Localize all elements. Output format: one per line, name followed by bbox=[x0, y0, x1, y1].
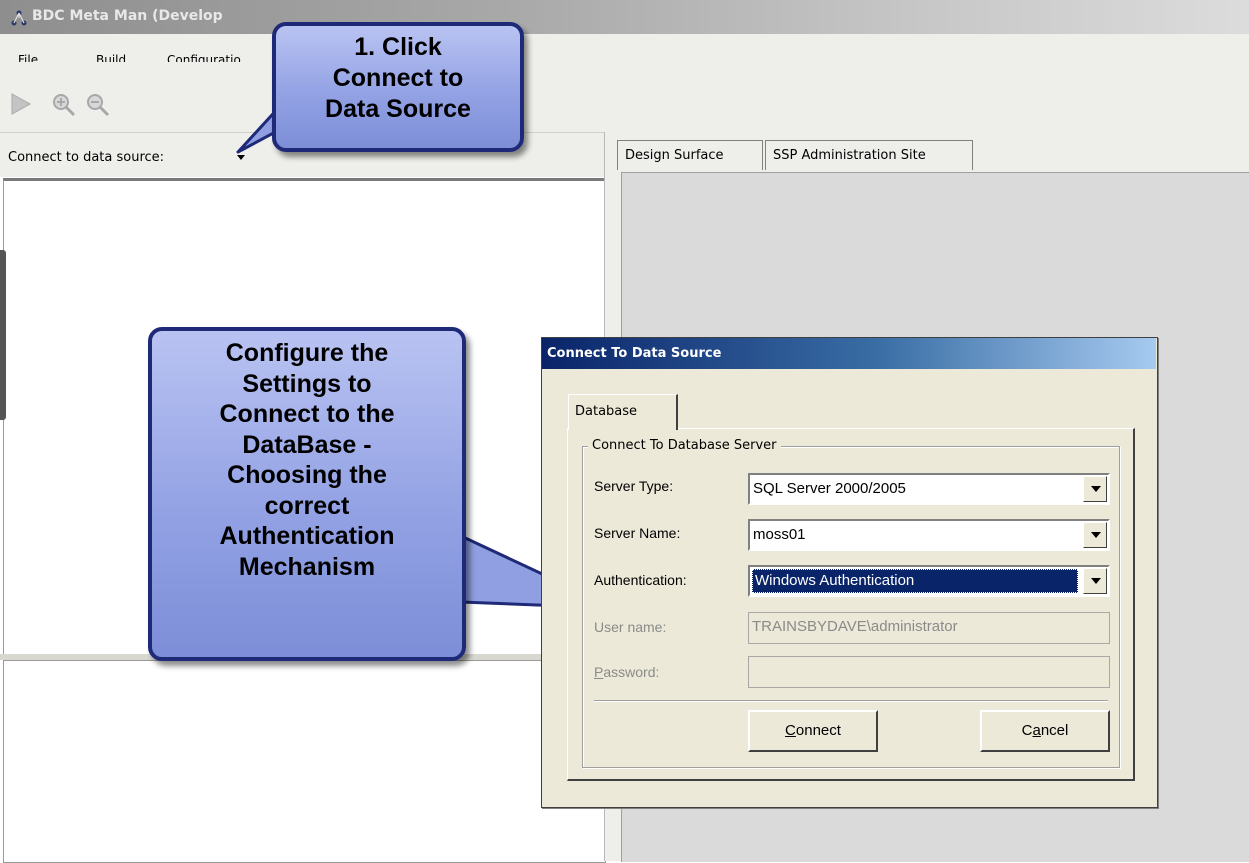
properties-pane[interactable] bbox=[3, 660, 606, 863]
zoom-in-icon[interactable] bbox=[51, 92, 77, 118]
chevron-down-icon bbox=[1091, 532, 1101, 538]
callout-configure-line: Connect to the bbox=[219, 400, 395, 428]
connect-button[interactable]: Connect bbox=[748, 710, 878, 752]
dialog-title-bar[interactable]: Connect To Data Source bbox=[542, 338, 1156, 369]
play-icon[interactable] bbox=[10, 92, 32, 116]
cancel-button[interactable]: Cancel bbox=[980, 710, 1110, 752]
dialog-separator bbox=[594, 700, 1108, 702]
callout-configure-line: Choosing the bbox=[227, 461, 387, 489]
callout-step1-line: 1. Click bbox=[354, 33, 442, 61]
callout-configure-line: Configure the bbox=[225, 339, 389, 367]
tab-ssp-admin[interactable]: SSP Administration Site bbox=[765, 140, 973, 170]
tab-design-surface[interactable]: Design Surface bbox=[617, 140, 763, 170]
window-title: BDC Meta Man (Develop bbox=[32, 8, 223, 24]
authentication-value: Windows Authentication bbox=[752, 569, 1078, 593]
dialog-title: Connect To Data Source bbox=[547, 346, 722, 361]
chevron-down-icon bbox=[1091, 578, 1101, 584]
server-type-label: Server Type: bbox=[594, 478, 674, 494]
title-bar: BDC Meta Man (Develop bbox=[0, 0, 1249, 34]
connect-label: Connect to data source: bbox=[8, 150, 165, 165]
server-type-value: SQL Server 2000/2005 bbox=[753, 480, 906, 497]
password-label: Password: bbox=[594, 664, 660, 680]
callout-step1: 1. Click Connect to Data Source bbox=[272, 22, 524, 152]
scroll-edge bbox=[0, 250, 6, 420]
callout-configure: Configure the Settings to Connect to the… bbox=[148, 327, 466, 661]
server-name-combo[interactable]: moss01 bbox=[748, 519, 1110, 551]
chevron-down-icon bbox=[1091, 486, 1101, 492]
callout-configure-line: correct bbox=[264, 491, 350, 520]
authentication-dropdown-button[interactable] bbox=[1083, 568, 1107, 594]
groupbox-legend: Connect To Database Server bbox=[588, 438, 781, 453]
zoom-out-icon[interactable] bbox=[85, 92, 111, 118]
authentication-label: Authentication: bbox=[594, 572, 687, 588]
server-name-value: moss01 bbox=[753, 526, 806, 543]
user-name-field[interactable]: TRAINSBYDAVE\administrator bbox=[748, 612, 1110, 644]
server-name-label: Server Name: bbox=[594, 525, 681, 541]
server-name-dropdown-button[interactable] bbox=[1083, 522, 1107, 548]
callout-configure-line: Mechanism bbox=[238, 552, 376, 581]
password-field[interactable] bbox=[748, 656, 1110, 688]
server-type-dropdown-button[interactable] bbox=[1083, 476, 1107, 502]
callout-configure-line: DataBase - bbox=[242, 430, 372, 459]
toolbar bbox=[0, 62, 1249, 132]
tab-database-label: Database bbox=[575, 404, 638, 419]
tab-database[interactable]: Database bbox=[568, 394, 678, 430]
callout-configure-line: Settings to bbox=[242, 369, 372, 398]
app-icon bbox=[11, 10, 27, 26]
callout-configure-line: Authentication bbox=[219, 522, 395, 550]
callout-step1-line: Connect to bbox=[332, 64, 464, 92]
authentication-select[interactable]: Windows Authentication bbox=[748, 565, 1110, 597]
server-type-select[interactable]: SQL Server 2000/2005 bbox=[748, 473, 1110, 505]
callout-step1-line: Data Source bbox=[325, 95, 471, 123]
user-name-label: User name: bbox=[594, 619, 667, 635]
